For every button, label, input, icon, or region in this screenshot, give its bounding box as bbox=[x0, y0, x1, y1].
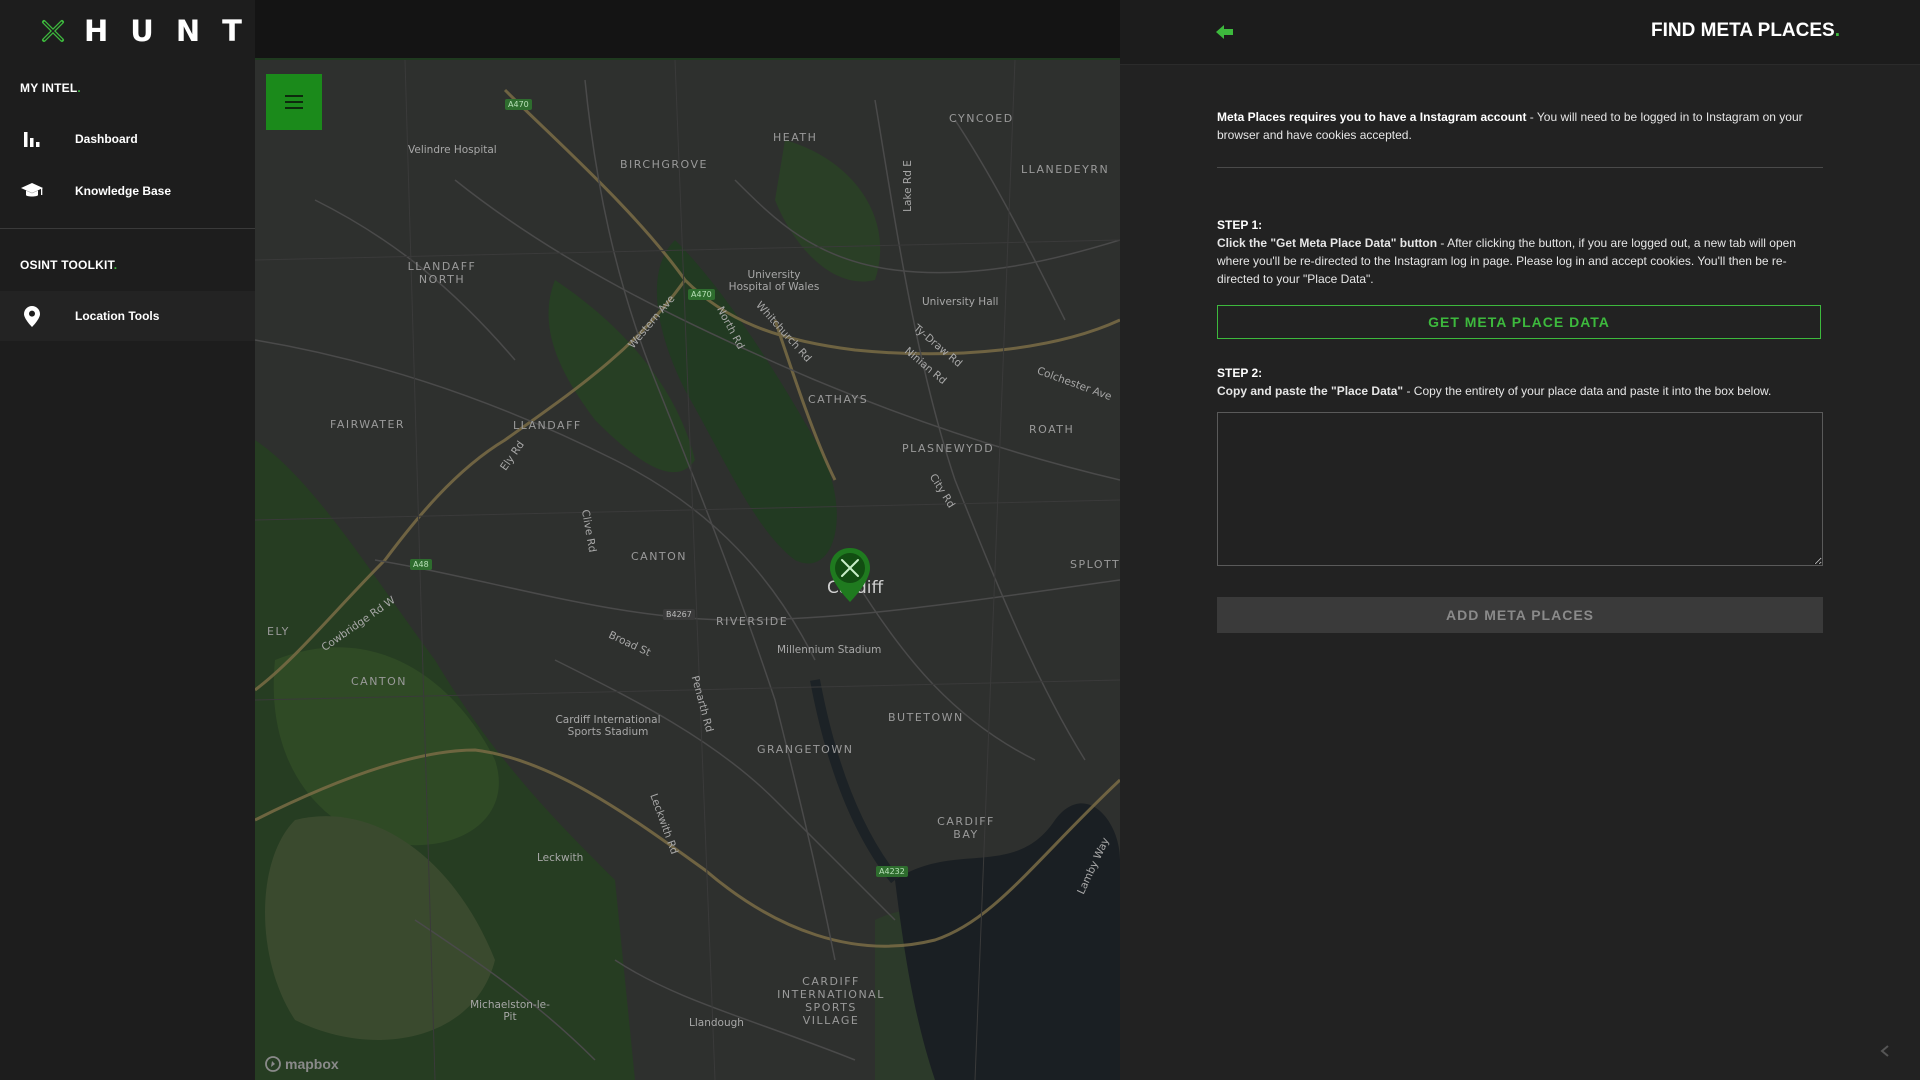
section-label-osint-toolkit: OSINT TOOLKIT. bbox=[20, 258, 118, 272]
sidebar-item-label: Dashboard bbox=[75, 132, 138, 146]
map-place-label: SPLOTT bbox=[1070, 558, 1120, 571]
place-data-textarea[interactable] bbox=[1217, 412, 1823, 566]
map-place-label: LLANDAFF bbox=[513, 419, 582, 432]
map-base-layer bbox=[255, 60, 1120, 1080]
map-poi-label: Leckwith bbox=[537, 852, 584, 864]
intro-text: Meta Places requires you to have a Insta… bbox=[1217, 110, 1803, 142]
panel-header: FIND META PLACES. bbox=[1120, 0, 1920, 65]
map-attribution[interactable]: mapbox bbox=[265, 1056, 339, 1072]
map-place-label: FAIRWATER bbox=[330, 418, 406, 431]
mapbox-logo-icon bbox=[265, 1056, 281, 1072]
bar-chart-icon bbox=[21, 128, 43, 150]
map-place-label: CANTON bbox=[351, 675, 408, 688]
map-place-label: ELY bbox=[267, 625, 290, 638]
collapse-chevron-icon[interactable] bbox=[1878, 1044, 1892, 1058]
sidebar: HUNT MY INTEL. Dashboard Knowledge Base … bbox=[0, 0, 255, 1080]
step-2-block: STEP 2: Copy and paste the "Place Data" … bbox=[1217, 366, 1823, 400]
map-poi-label: University Hall bbox=[922, 296, 999, 308]
logo-x-icon bbox=[42, 20, 64, 42]
map-place-label: LLANEDEYRN bbox=[1021, 163, 1110, 176]
sidebar-item-location-tools[interactable]: Location Tools bbox=[0, 291, 255, 341]
step-1-text: Click the "Get Meta Place Data" button -… bbox=[1217, 236, 1796, 286]
map-place-label: CYNCOED bbox=[949, 112, 1014, 125]
step-1-block: STEP 1: Click the "Get Meta Place Data" … bbox=[1217, 218, 1823, 288]
map-street-label: Lake Rd E bbox=[901, 160, 914, 212]
add-meta-places-button[interactable]: ADD META PLACES bbox=[1217, 597, 1823, 633]
sidebar-item-dashboard[interactable]: Dashboard bbox=[0, 114, 255, 164]
brand-name: HUNT bbox=[84, 14, 264, 48]
step-2-title: STEP 2: bbox=[1217, 366, 1263, 380]
hamburger-icon bbox=[285, 95, 303, 109]
map-place-label: BIRCHGROVE bbox=[620, 158, 708, 171]
logo[interactable]: HUNT bbox=[40, 14, 264, 48]
page-title: FIND META PLACES. bbox=[1651, 20, 1840, 41]
map-place-label: BUTETOWN bbox=[888, 711, 964, 724]
graduation-cap-icon bbox=[21, 180, 43, 202]
road-shield: A4232 bbox=[876, 866, 908, 877]
map-view[interactable]: CYNCOED LLANEDEYRN HEATH BIRCHGROVE LLAN… bbox=[255, 60, 1120, 1080]
road-shield: A48 bbox=[410, 559, 432, 570]
map-place-label: CANTON bbox=[631, 550, 688, 563]
sidebar-item-label: Location Tools bbox=[75, 309, 160, 323]
section-label-my-intel: MY INTEL. bbox=[20, 81, 81, 95]
map-menu-button[interactable] bbox=[266, 74, 322, 130]
road-shield: B4267 bbox=[663, 609, 695, 620]
sidebar-divider bbox=[0, 228, 255, 229]
map-poi-label: Llandough bbox=[689, 1017, 744, 1029]
map-place-label: PLASNEWYDD bbox=[902, 442, 995, 455]
map-place-label: GRANGETOWN bbox=[757, 743, 854, 756]
step-1-title: STEP 1: bbox=[1217, 218, 1263, 232]
map-place-label: HEATH bbox=[773, 131, 818, 144]
step-2-text: Copy and paste the "Place Data" - Copy t… bbox=[1217, 384, 1772, 398]
map-pin-icon bbox=[21, 305, 43, 327]
find-meta-places-panel: FIND META PLACES. Meta Places requires y… bbox=[1120, 0, 1920, 1080]
map-place-label: CARDIFF INTERNATIONAL SPORTS VILLAGE bbox=[777, 975, 885, 1027]
back-arrow-icon[interactable] bbox=[1215, 22, 1235, 42]
map-place-label: ROATH bbox=[1029, 423, 1075, 436]
location-pin-marker[interactable] bbox=[827, 546, 873, 609]
map-place-label: CARDIFF BAY bbox=[937, 815, 995, 841]
road-shield: A470 bbox=[688, 289, 715, 300]
sidebar-item-label: Knowledge Base bbox=[75, 184, 172, 198]
map-poi-label: Cardiff International Sports Stadium bbox=[555, 714, 661, 738]
get-meta-place-data-button[interactable]: GET META PLACE DATA bbox=[1217, 305, 1821, 339]
sidebar-item-knowledge-base[interactable]: Knowledge Base bbox=[0, 166, 255, 216]
map-top-bar bbox=[255, 0, 1120, 60]
section-divider bbox=[1217, 167, 1823, 168]
road-shield: A470 bbox=[505, 99, 532, 110]
map-poi-label: Millennium Stadium bbox=[777, 644, 882, 656]
map-poi-label: Velindre Hospital bbox=[408, 144, 497, 156]
map-place-label: RIVERSIDE bbox=[716, 615, 789, 628]
map-poi-label: Michaelston-le-Pit bbox=[470, 999, 550, 1023]
map-place-label: CATHAYS bbox=[808, 393, 869, 406]
map-poi-label: University Hospital of Wales bbox=[728, 269, 820, 293]
map-place-label: LLANDAFF NORTH bbox=[407, 260, 477, 286]
